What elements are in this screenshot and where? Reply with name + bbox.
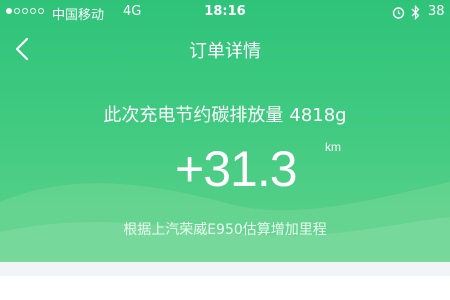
carbon-label: 此次充电节约碳排放量: [103, 105, 284, 126]
details-card: [0, 276, 450, 300]
battery-level: 38: [428, 4, 445, 19]
nav-bar: 订单详情: [0, 26, 450, 72]
carbon-saving: 此次充电节约碳排放量 4818g: [0, 101, 450, 127]
estimate-note: 根据上汽荣威E950估算增加里程: [123, 222, 327, 238]
mileage-unit: km: [325, 140, 341, 154]
mileage-value: +31.3: [175, 141, 298, 197]
status-time: 18:16: [204, 4, 246, 19]
details-card-title-cropped: [24, 286, 104, 300]
alarm-icon: [392, 7, 405, 19]
bluetooth-icon: [411, 5, 420, 20]
status-bar: 中国移动 4G 18:16 38: [0, 0, 450, 26]
section-divider: [0, 262, 450, 276]
summary-header: 中国移动 4G 18:16 38 订单详情 此次充电节约碳排放量 4818g +3…: [0, 0, 450, 262]
carbon-value: 4818g: [289, 105, 347, 126]
added-mileage: +31.3 km: [175, 138, 341, 200]
page-title: 订单详情: [189, 41, 261, 62]
